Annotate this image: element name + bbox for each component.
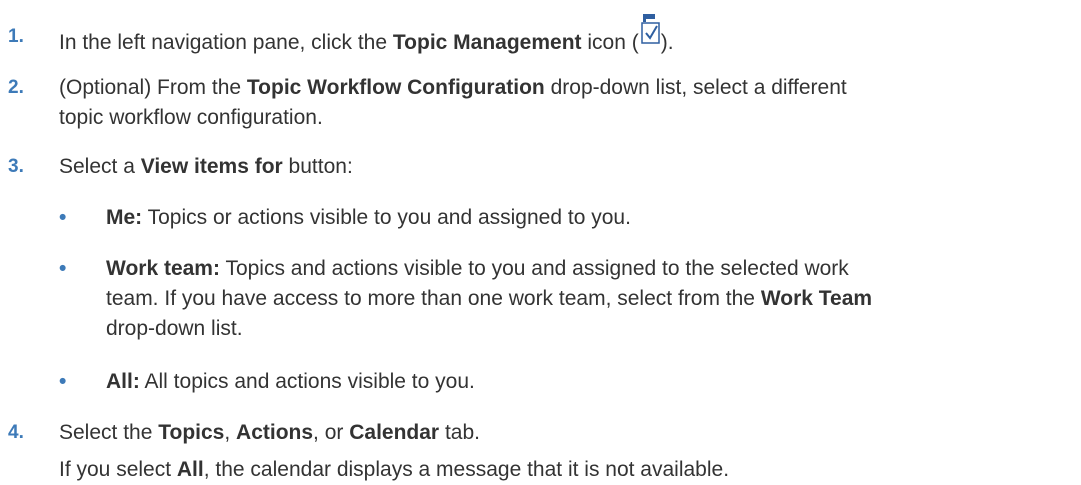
step-text: Select a View items for button: bbox=[59, 155, 353, 178]
step-text: (Optional) From the Topic Workflow Confi… bbox=[59, 76, 847, 129]
bullet-dot: • bbox=[59, 257, 67, 280]
step-number: 1. bbox=[8, 26, 24, 47]
note-text: If you select All, the calendar displays… bbox=[59, 458, 730, 481]
topic-management-icon bbox=[639, 14, 661, 52]
bullet-dot: • bbox=[59, 370, 67, 393]
step-text: Select the Topics, Actions, or Calendar … bbox=[59, 421, 480, 444]
bullet-dot: • bbox=[59, 206, 67, 229]
step-number: 2. bbox=[8, 77, 24, 98]
step-text: In the left navigation pane, click the T… bbox=[59, 14, 1073, 58]
bullet-text: Me: Topics or actions visible to you and… bbox=[106, 206, 631, 229]
step-number: 4. bbox=[8, 422, 24, 443]
bullet-text: All: All topics and actions visible to y… bbox=[106, 370, 475, 393]
step-number: 3. bbox=[8, 156, 24, 177]
bullet-text: Work team: Topics and actions visible to… bbox=[106, 257, 873, 340]
